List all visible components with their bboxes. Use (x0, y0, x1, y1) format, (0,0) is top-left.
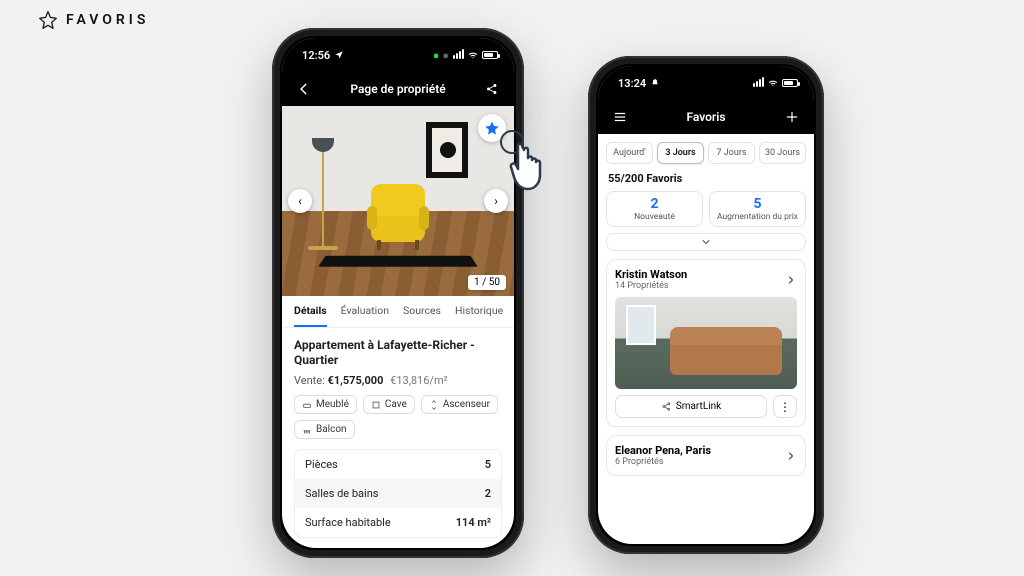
seg-3days[interactable]: 3 Jours (657, 142, 704, 164)
tab-evaluation[interactable]: Évaluation (341, 304, 389, 327)
add-button[interactable] (782, 110, 802, 124)
spec-row: Salles de bains2 (295, 479, 501, 508)
nav-title: Favoris (630, 110, 782, 124)
box-icon (371, 400, 381, 410)
share-icon (485, 82, 499, 96)
seg-30days[interactable]: 30 Jours (759, 142, 806, 164)
plus-icon (785, 110, 799, 124)
location-arrow-icon (334, 50, 344, 60)
favorites-count: 55/200 Favoris (598, 172, 814, 191)
stats-row: 2 Nouveauté 5 Augmentation du prix (598, 191, 814, 233)
more-button[interactable]: ⋮ (773, 395, 797, 418)
favorite-card[interactable]: Kristin Watson 14 Propriétés SmartLink ⋮ (606, 259, 806, 427)
image-counter: 1 / 50 (468, 275, 506, 290)
cursor-hand (500, 130, 556, 198)
seg-7days[interactable]: 7 Jours (708, 142, 755, 164)
star-filled-icon (484, 120, 500, 136)
menu-icon (613, 110, 627, 124)
chevron-left-icon (297, 82, 311, 96)
share-button[interactable] (482, 82, 502, 96)
smartlink-button[interactable]: SmartLink (615, 395, 767, 418)
chevron-down-icon (700, 236, 712, 248)
favorite-card[interactable]: Eleanor Pena, Paris 6 Propriétés (606, 435, 806, 476)
sofa-icon (302, 400, 312, 410)
seg-today[interactable]: Aujourd' (606, 142, 653, 164)
card-name: Eleanor Pena, Paris (615, 444, 711, 457)
time-filter: Aujourd' 3 Jours 7 Jours 30 Jours (598, 134, 814, 172)
feature-chips: Meublé Cave Ascenseur Balcon (294, 395, 502, 439)
phone-favorites: 13:24 Favoris Aujourd' 3 Jours 7 Jours 3… (588, 56, 824, 554)
balcony-icon (302, 425, 312, 435)
tab-bar: Détails Évaluation Sources Historique (282, 296, 514, 328)
yellow-armchair (363, 180, 433, 250)
stat-new[interactable]: 2 Nouveauté (606, 191, 703, 227)
share-icon (661, 401, 672, 412)
elevator-icon (429, 400, 439, 410)
dynamic-island (671, 74, 741, 92)
chip-balcony: Balcon (294, 420, 355, 439)
spec-row: Surface habitable114 m² (295, 508, 501, 537)
status-time: 13:24 (618, 77, 646, 90)
card-sub: 14 Propriétés (615, 281, 687, 291)
bell-icon (650, 78, 660, 88)
wall-art (426, 122, 468, 178)
nav-bar: Favoris (598, 100, 814, 134)
property-title: Appartement à Lafayette-Richer - Quartie… (294, 338, 502, 368)
signal-icon (452, 49, 464, 62)
card-image (615, 297, 797, 389)
hero-image[interactable]: ‹ › 1 / 50 (282, 106, 514, 296)
menu-button[interactable] (610, 110, 630, 124)
tab-sources[interactable]: Sources (403, 304, 441, 327)
wifi-icon (467, 50, 479, 60)
wifi-icon (767, 78, 779, 88)
dynamic-island (363, 46, 433, 64)
chevron-right-icon (785, 274, 797, 286)
phone-property: 12:56 ●● Page de propriété (272, 28, 524, 558)
battery-icon (782, 79, 798, 87)
price-line: Vente: €1,575,000 €13,816/m² (294, 374, 502, 387)
spec-row: Pièces5 (295, 450, 501, 479)
chevron-right-icon (785, 450, 797, 462)
back-button[interactable] (294, 82, 314, 96)
card-sub: 6 Propriétés (615, 457, 711, 467)
tab-history[interactable]: Historique (455, 304, 503, 327)
gallery-prev[interactable]: ‹ (288, 189, 312, 213)
status-time: 12:56 (302, 49, 330, 62)
stat-price-up[interactable]: 5 Augmentation du prix (709, 191, 806, 227)
spec-table: Pièces5 Salles de bains2 Surface habitab… (294, 449, 502, 538)
chip-furnished: Meublé (294, 395, 357, 414)
nav-title: Page de propriété (314, 82, 482, 96)
card-name: Kristin Watson (615, 268, 687, 281)
floor-lamp (308, 146, 338, 250)
battery-icon (482, 51, 498, 59)
chip-cellar: Cave (363, 395, 415, 414)
nav-bar: Page de propriété (282, 72, 514, 106)
signal-icon (752, 77, 764, 90)
chip-elevator: Ascenseur (421, 395, 498, 414)
tab-details[interactable]: Détails (294, 304, 327, 327)
expand-stats[interactable] (606, 233, 806, 251)
